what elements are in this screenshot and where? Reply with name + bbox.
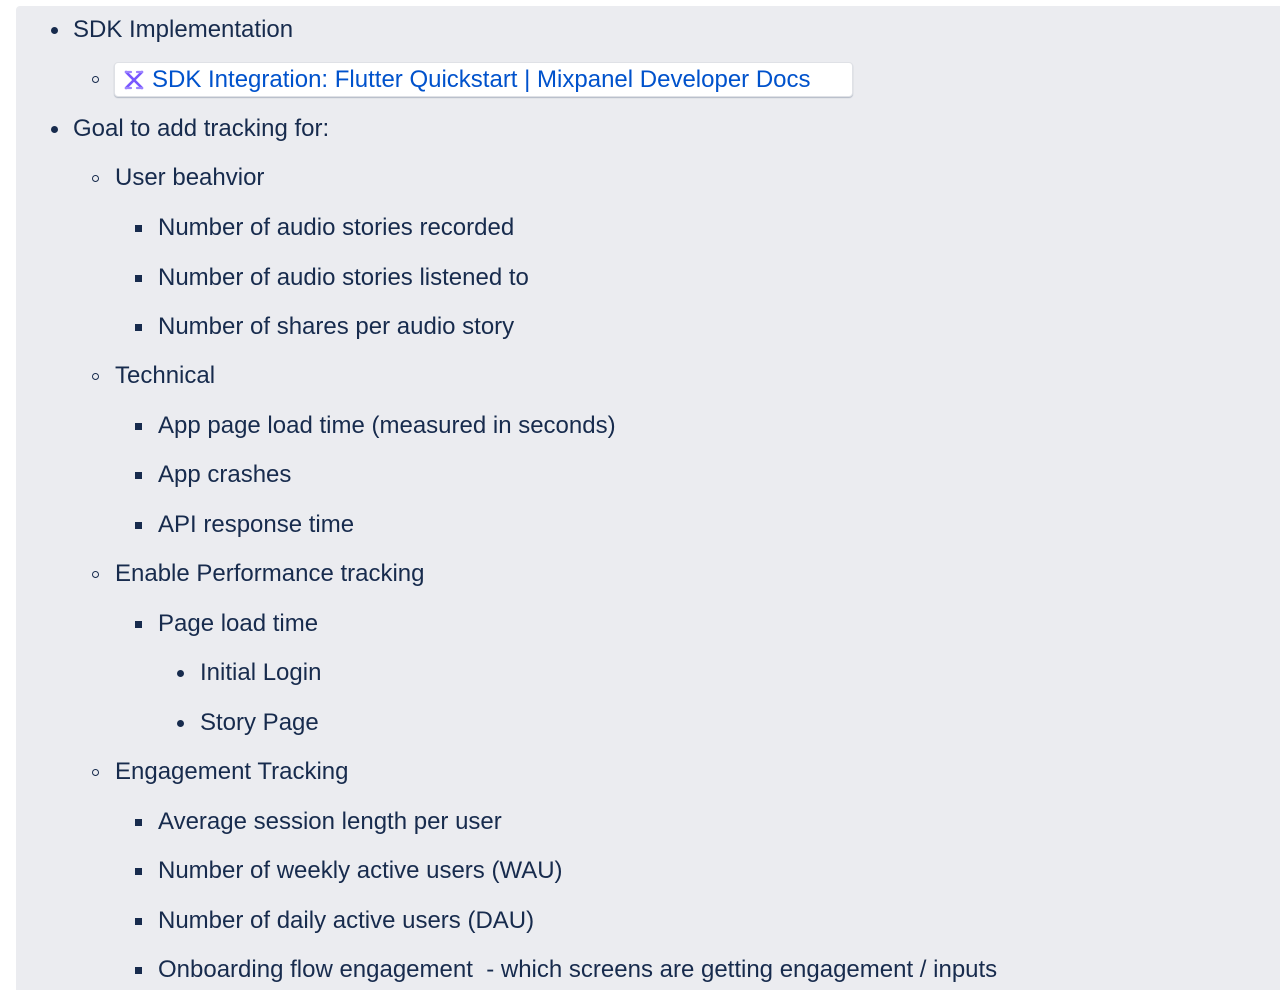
bullet-square-icon bbox=[135, 621, 142, 628]
bullet-square-icon bbox=[135, 225, 142, 232]
smart-link-title: SDK Integration: Flutter Quickstart | Mi… bbox=[152, 65, 811, 93]
bullet-square-icon bbox=[135, 522, 142, 529]
list-item: API response time bbox=[158, 511, 355, 538]
list-item-user-behavior: User beahvior bbox=[115, 164, 265, 191]
bullet-square-icon bbox=[135, 275, 142, 282]
list-item: Number of audio stories recorded bbox=[158, 214, 515, 241]
list-item: Number of audio stories listened to bbox=[158, 264, 529, 291]
content-panel bbox=[16, 6, 1280, 990]
list-item-sdk-implementation: SDK Implementation bbox=[73, 16, 294, 43]
list-item: App page load time (measured in seconds) bbox=[158, 412, 616, 439]
bullet-square-icon bbox=[135, 868, 142, 875]
mixpanel-docs-smart-link[interactable]: SDK Integration: Flutter Quickstart | Mi… bbox=[114, 62, 853, 97]
bullet-circle-icon bbox=[92, 373, 99, 380]
list-item: Average session length per user bbox=[158, 808, 502, 835]
bullet-circle-icon bbox=[92, 571, 99, 578]
bullet-square-icon bbox=[135, 967, 142, 974]
bullet-square-icon bbox=[135, 423, 142, 430]
list-item: Initial Login bbox=[200, 659, 322, 686]
list-item: Onboarding flow engagement - which scree… bbox=[158, 956, 998, 983]
list-item: Number of shares per audio story bbox=[158, 313, 515, 340]
bullet-square-icon bbox=[135, 324, 142, 331]
bullet-disc-icon bbox=[51, 27, 58, 34]
bullet-disc-icon bbox=[51, 126, 58, 133]
bullet-circle-icon bbox=[92, 769, 99, 776]
bullet-circle-icon bbox=[92, 175, 99, 182]
list-item: Number of daily active users (DAU) bbox=[158, 907, 535, 934]
bullet-square-icon bbox=[135, 819, 142, 826]
bullet-circle-icon bbox=[92, 76, 99, 83]
bullet-disc-icon bbox=[177, 720, 184, 727]
bullet-disc-icon bbox=[177, 670, 184, 677]
list-item-goal: Goal to add tracking for: bbox=[73, 115, 330, 142]
list-item-performance-tracking: Enable Performance tracking bbox=[115, 560, 425, 587]
list-item: Page load time bbox=[158, 610, 319, 637]
bullet-square-icon bbox=[135, 918, 142, 925]
list-item: Story Page bbox=[200, 709, 319, 736]
list-item-technical: Technical bbox=[115, 362, 216, 389]
mixpanel-logo-icon bbox=[124, 70, 144, 89]
list-item-engagement-tracking: Engagement Tracking bbox=[115, 758, 349, 785]
bullet-square-icon bbox=[135, 472, 142, 479]
list-item: Number of weekly active users (WAU) bbox=[158, 857, 563, 884]
list-item: App crashes bbox=[158, 461, 292, 488]
